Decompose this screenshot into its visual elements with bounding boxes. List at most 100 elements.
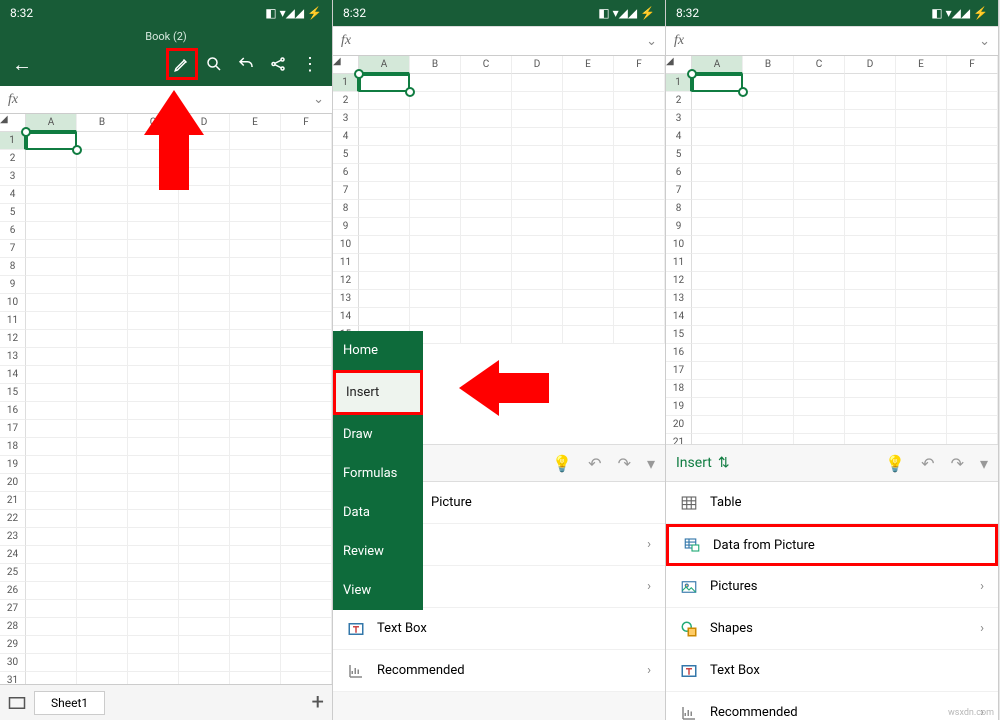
cell[interactable] [230, 438, 281, 456]
cell[interactable] [179, 420, 230, 438]
cell[interactable] [359, 110, 410, 128]
cell[interactable] [281, 456, 332, 474]
cell[interactable] [179, 258, 230, 276]
cell[interactable] [692, 110, 743, 128]
cell[interactable] [179, 438, 230, 456]
cell[interactable] [281, 222, 332, 240]
cell[interactable] [845, 218, 896, 236]
selection-handle[interactable] [72, 145, 82, 155]
cell[interactable] [128, 348, 179, 366]
cell[interactable] [845, 380, 896, 398]
col-head[interactable]: D [845, 56, 896, 74]
cell[interactable] [230, 294, 281, 312]
cell[interactable] [794, 308, 845, 326]
cell[interactable] [461, 236, 512, 254]
cell[interactable] [281, 132, 332, 150]
cell[interactable] [359, 92, 410, 110]
row-head[interactable]: 8 [333, 200, 359, 218]
cell[interactable] [230, 222, 281, 240]
cell[interactable] [128, 492, 179, 510]
cell[interactable] [794, 290, 845, 308]
cell[interactable] [692, 128, 743, 146]
row-head[interactable]: 7 [666, 182, 692, 200]
cell[interactable] [947, 344, 998, 362]
cell[interactable] [692, 362, 743, 380]
cell[interactable] [77, 186, 128, 204]
cell[interactable] [128, 204, 179, 222]
cell[interactable] [614, 272, 665, 290]
cell[interactable] [128, 636, 179, 654]
cell[interactable] [896, 254, 947, 272]
cell[interactable] [410, 92, 461, 110]
cell[interactable] [794, 236, 845, 254]
search-button[interactable] [198, 48, 230, 80]
cell[interactable] [359, 218, 410, 236]
cell[interactable] [947, 236, 998, 254]
cell[interactable] [743, 344, 794, 362]
cell[interactable] [794, 398, 845, 416]
cell[interactable] [947, 362, 998, 380]
row-head[interactable]: 29 [0, 636, 26, 654]
cell[interactable] [281, 366, 332, 384]
row-head[interactable]: 10 [666, 236, 692, 254]
cell[interactable] [563, 146, 614, 164]
cell[interactable] [179, 348, 230, 366]
cell[interactable] [794, 218, 845, 236]
collapse-icon[interactable]: ▾ [980, 454, 988, 473]
menu-insert[interactable]: Insert [333, 370, 423, 415]
cell[interactable] [461, 128, 512, 146]
col-head[interactable]: A [692, 56, 743, 74]
cell[interactable] [359, 308, 410, 326]
row-head[interactable]: 24 [0, 546, 26, 564]
cell[interactable] [743, 200, 794, 218]
cell[interactable] [179, 312, 230, 330]
cell[interactable] [26, 312, 77, 330]
menu-draw[interactable]: Draw [333, 415, 423, 454]
cell[interactable] [794, 344, 845, 362]
col-head[interactable]: E [896, 56, 947, 74]
cell[interactable] [230, 366, 281, 384]
cell[interactable] [281, 150, 332, 168]
cell[interactable] [230, 276, 281, 294]
cell[interactable] [947, 380, 998, 398]
ribbon-item-data-from-picture[interactable]: Data from Picture [666, 524, 998, 566]
cell[interactable] [128, 312, 179, 330]
cell[interactable] [410, 74, 461, 92]
cell[interactable] [281, 384, 332, 402]
cell[interactable] [512, 290, 563, 308]
cell[interactable] [947, 164, 998, 182]
cell[interactable] [281, 528, 332, 546]
row-head[interactable]: 11 [333, 254, 359, 272]
row-head[interactable]: 30 [0, 654, 26, 672]
cell[interactable] [26, 564, 77, 582]
cell[interactable] [461, 254, 512, 272]
undo-button[interactable] [230, 48, 262, 80]
cell[interactable] [743, 74, 794, 92]
row-head[interactable]: 7 [0, 240, 26, 258]
cell[interactable] [77, 582, 128, 600]
cell[interactable] [179, 546, 230, 564]
row-head[interactable]: 20 [0, 474, 26, 492]
cell[interactable] [128, 276, 179, 294]
cell-selection[interactable] [359, 74, 410, 92]
cell[interactable] [563, 164, 614, 182]
menu-review[interactable]: Review [333, 532, 423, 571]
row-head[interactable]: 6 [666, 164, 692, 182]
lightbulb-icon[interactable]: 💡 [552, 454, 572, 473]
cell[interactable] [563, 290, 614, 308]
cell[interactable] [359, 254, 410, 272]
cell[interactable] [563, 92, 614, 110]
cell[interactable] [26, 456, 77, 474]
cell[interactable] [896, 236, 947, 254]
ribbon-item-textbox[interactable]: Text Box [333, 608, 665, 650]
cell[interactable] [845, 146, 896, 164]
cell[interactable] [26, 240, 77, 258]
cell[interactable] [614, 146, 665, 164]
cell[interactable] [692, 380, 743, 398]
row-head[interactable]: 9 [333, 218, 359, 236]
cell[interactable] [281, 600, 332, 618]
redo-icon[interactable]: ↷ [618, 454, 631, 473]
cell[interactable] [563, 326, 614, 344]
cell[interactable] [26, 294, 77, 312]
col-head[interactable]: E [230, 114, 281, 132]
